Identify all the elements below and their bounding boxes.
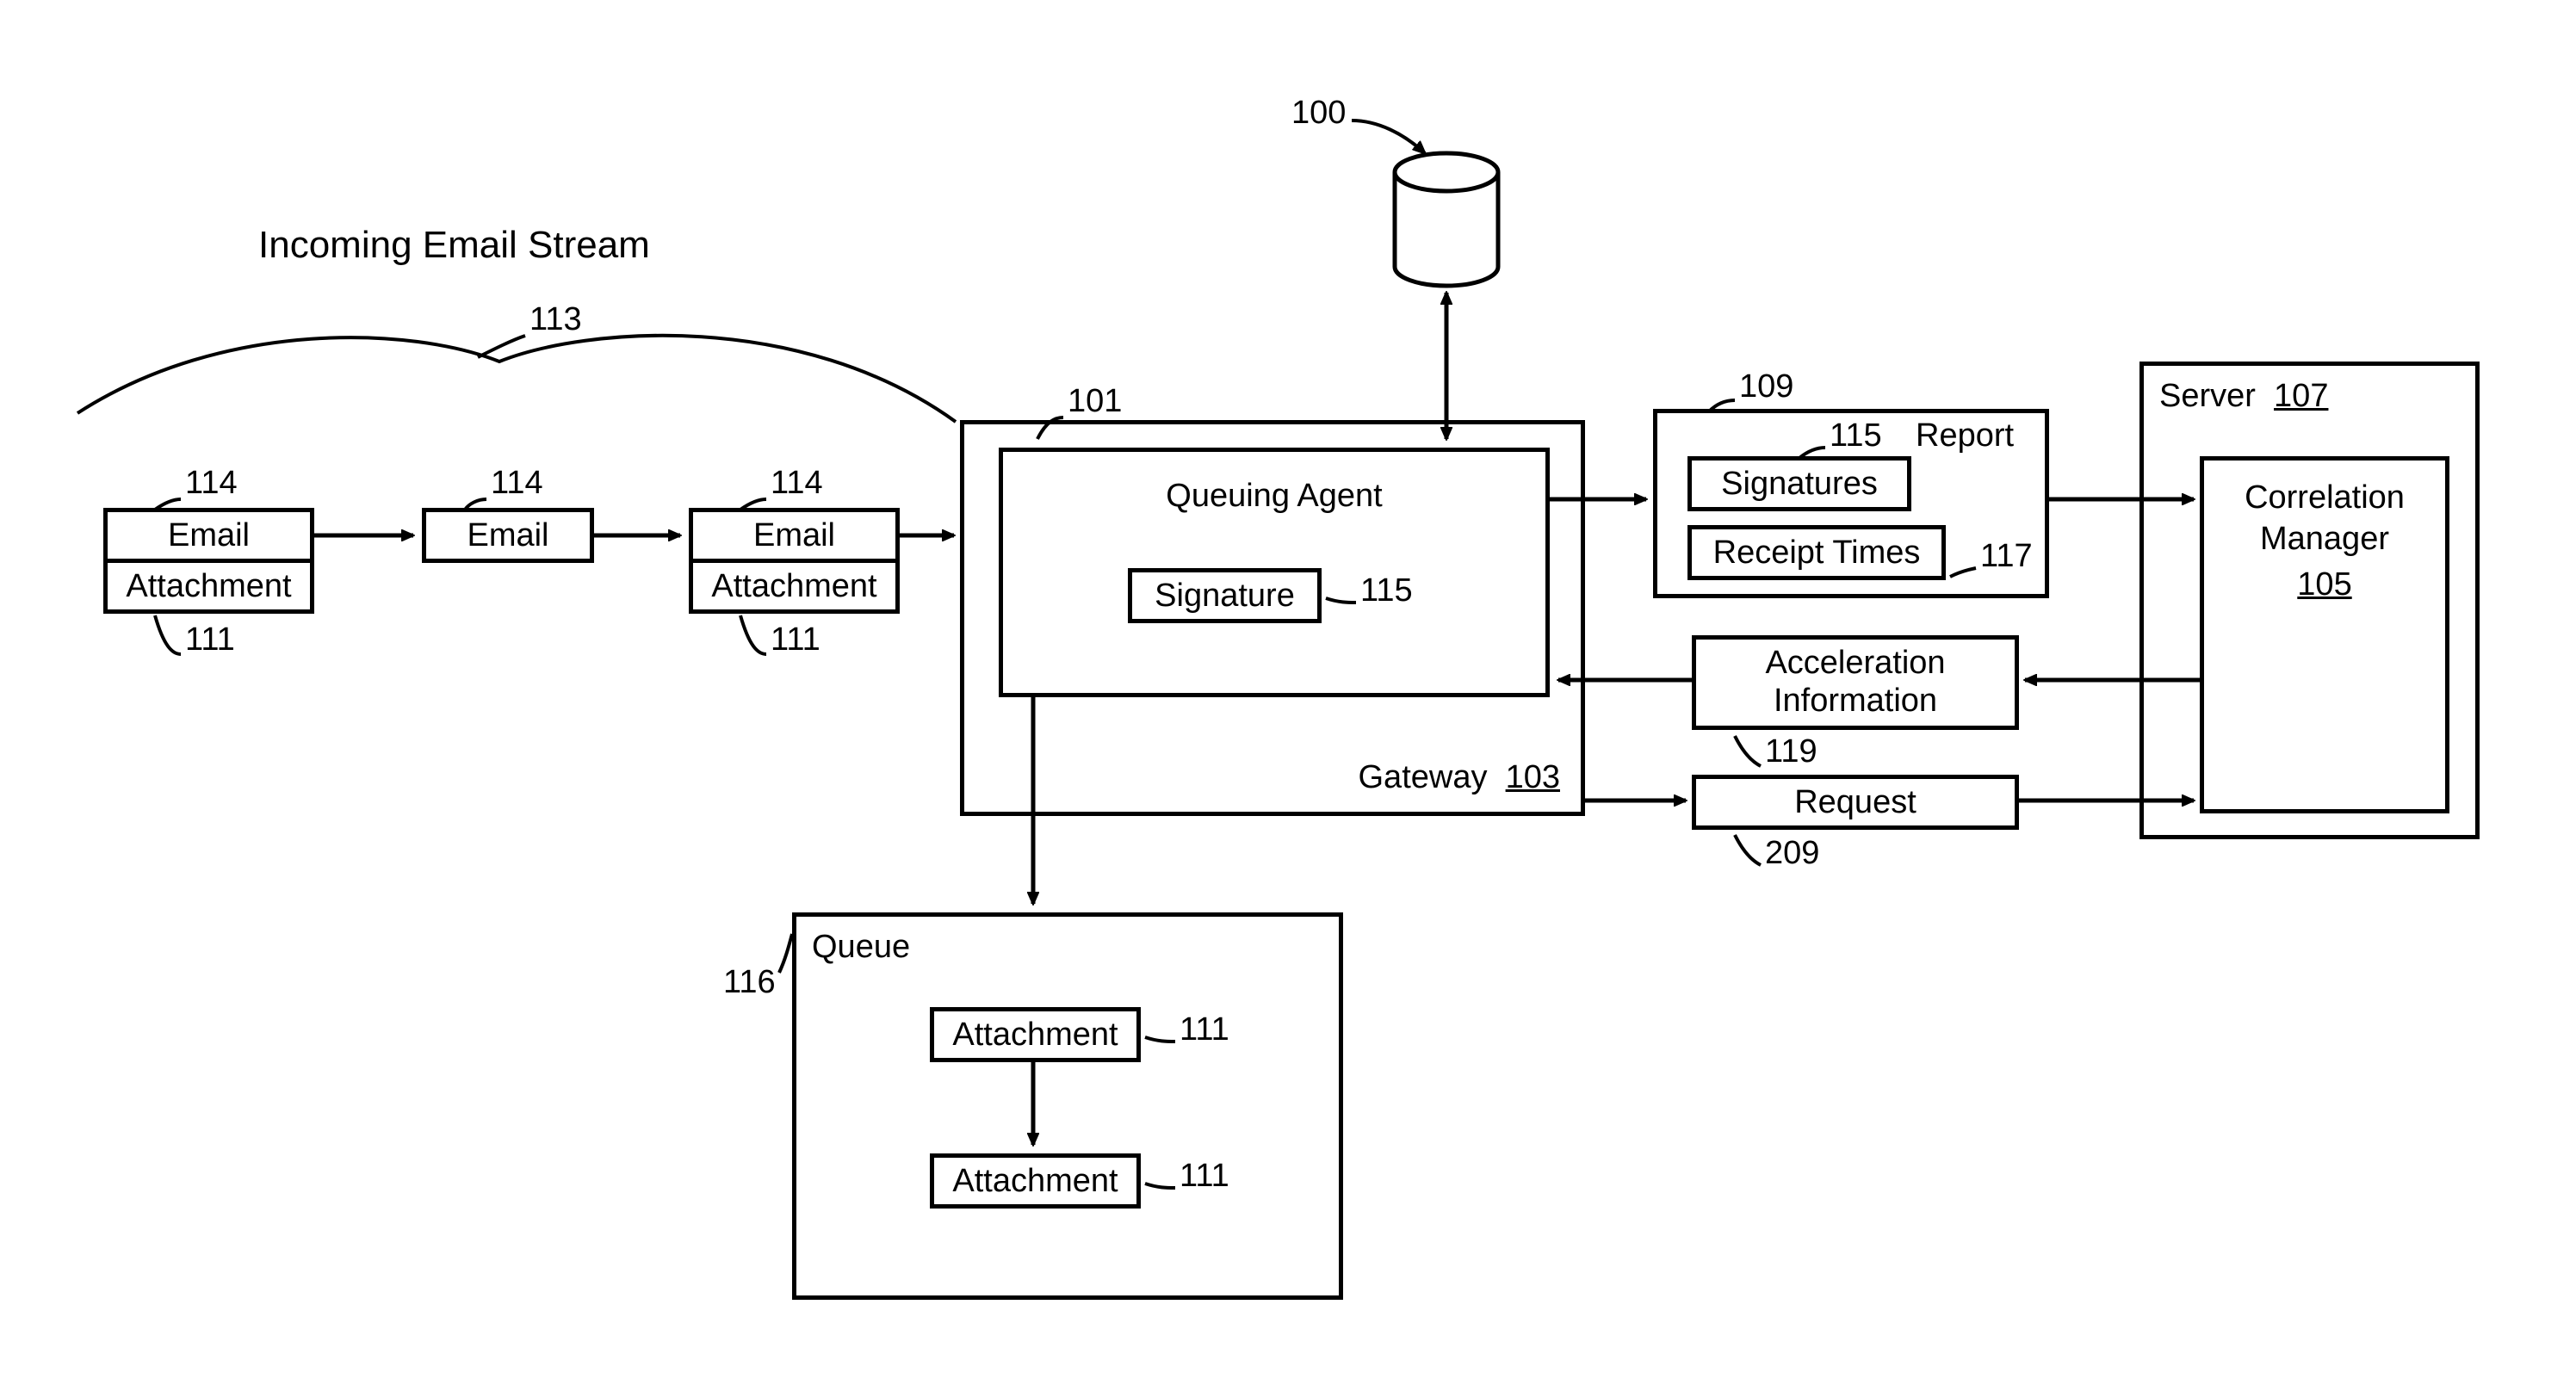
ref-server: 107 <box>2274 378 2328 414</box>
ref-attachment-1: 111 <box>185 621 235 658</box>
ref-stream: 113 <box>529 301 582 338</box>
ref-report: 109 <box>1739 368 1793 405</box>
ref-email-1: 114 <box>185 465 238 502</box>
signatures-box: Signatures <box>1687 456 1911 511</box>
ref-agent: 101 <box>1068 383 1122 420</box>
diagram-canvas: Incoming Email Stream Email Attachment 1… <box>0 0 2576 1391</box>
ref-receipt: 117 <box>1980 538 2033 575</box>
stream-title: Incoming Email Stream <box>258 224 650 267</box>
gateway-label: Gateway <box>1359 759 1488 795</box>
server-label: Server <box>2159 378 2256 414</box>
receipt-times-box: Receipt Times <box>1687 525 1946 580</box>
ref-attachment-3: 111 <box>771 621 820 658</box>
attachment-box-3: Attachment <box>689 559 900 614</box>
attachment-box-1: Attachment <box>103 559 314 614</box>
queue-box: Queue <box>792 912 1343 1300</box>
database-icon <box>1395 153 1498 286</box>
ref-request: 209 <box>1765 835 1819 872</box>
email-box-1: Email <box>103 508 314 563</box>
ref-email-3: 114 <box>771 465 823 502</box>
email-box-3: Email <box>689 508 900 563</box>
request-box: Request <box>1692 775 2019 830</box>
ref-q-att-1: 111 <box>1180 1011 1229 1048</box>
report-label: Report <box>1916 417 2014 454</box>
queue-attachment-2: Attachment <box>930 1153 1141 1209</box>
signature-box: Signature <box>1128 568 1322 623</box>
ref-corrmgr: 105 <box>2297 565 2351 606</box>
email-box-2: Email <box>422 508 594 563</box>
ref-email-2: 114 <box>491 465 543 502</box>
ref-accel: 119 <box>1765 733 1817 770</box>
queue-attachment-1: Attachment <box>930 1007 1141 1062</box>
ref-gateway: 103 <box>1506 759 1560 795</box>
ref-db: 100 <box>1291 95 1346 132</box>
correlation-manager-box: Correlation Manager 105 <box>2200 456 2449 813</box>
ref-queue: 116 <box>723 964 776 1001</box>
ref-q-att-2: 111 <box>1180 1158 1229 1195</box>
ref-signature: 115 <box>1360 572 1413 609</box>
accel-info-box: Acceleration Information <box>1692 635 2019 730</box>
correlation-manager-label: Correlation Manager <box>2245 478 2405 559</box>
ref-signatures: 115 <box>1830 417 1882 454</box>
